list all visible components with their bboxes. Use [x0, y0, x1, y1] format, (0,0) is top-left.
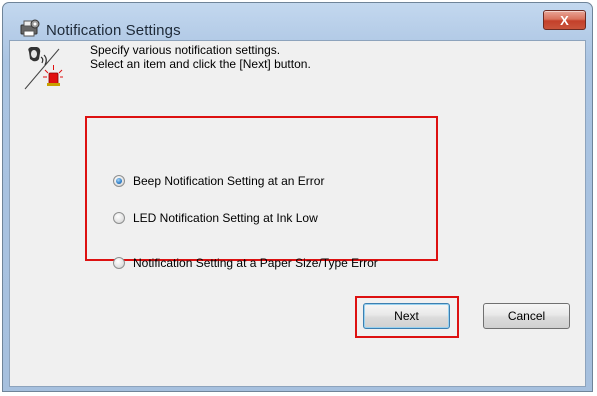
- radio-option-label: Beep Notification Setting at an Error: [133, 174, 325, 188]
- close-button[interactable]: X: [543, 10, 586, 30]
- radio-option-led[interactable]: LED Notification Setting at Ink Low: [113, 210, 318, 226]
- notification-alert-icon: [24, 47, 63, 90]
- radio-option-paper-size[interactable]: Notification Setting at a Paper Size/Typ…: [113, 255, 378, 271]
- radio-button[interactable]: [113, 257, 125, 269]
- radio-button[interactable]: [113, 212, 125, 224]
- window-title: Notification Settings: [46, 22, 181, 39]
- instruction-line-1: Specify various notification settings.: [90, 43, 281, 57]
- radio-option-beep[interactable]: Beep Notification Setting at an Error: [113, 173, 324, 189]
- instructions: Specify various notification settings. S…: [90, 43, 311, 71]
- radio-option-label: LED Notification Setting at Ink Low: [133, 211, 318, 225]
- instruction-line-2: Select an item and click the [Next] butt…: [90, 57, 311, 71]
- radio-option-label: Notification Setting at a Paper Size/Typ…: [133, 256, 378, 270]
- radio-button-selected[interactable]: [113, 175, 125, 187]
- cancel-button[interactable]: Cancel: [483, 303, 570, 329]
- printer-gear-icon: [20, 19, 40, 37]
- next-button[interactable]: Next: [363, 303, 450, 329]
